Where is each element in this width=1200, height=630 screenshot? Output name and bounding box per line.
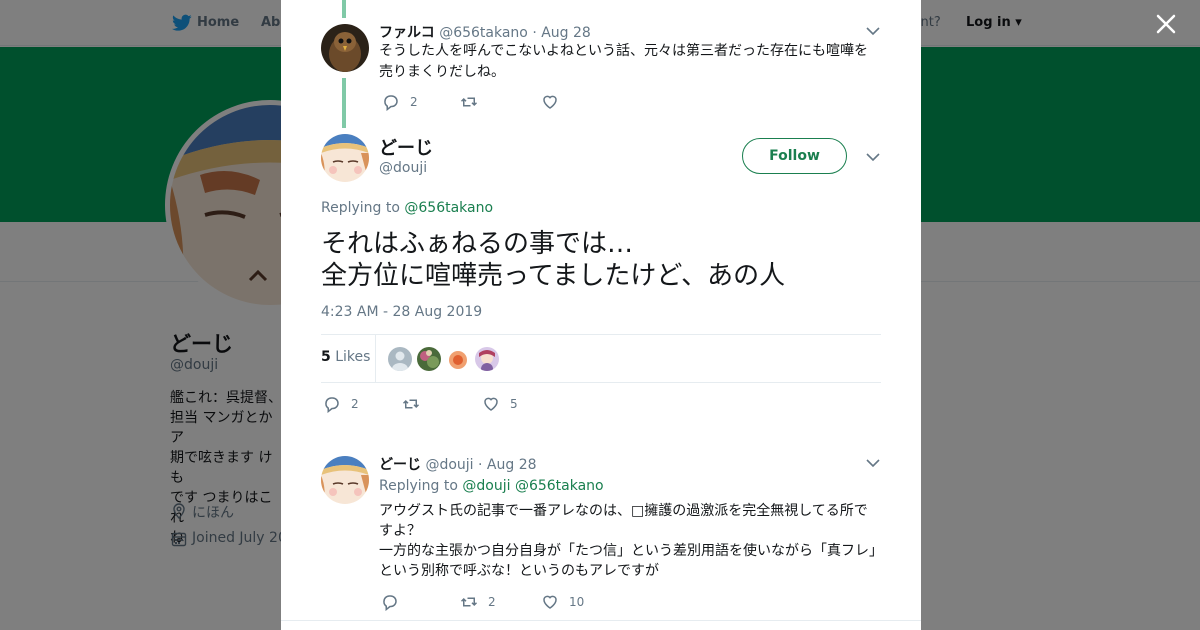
focus-reply-count: 2 xyxy=(351,397,359,411)
likes-label: Likes xyxy=(335,349,371,365)
reply-reply-button[interactable] xyxy=(381,593,399,611)
replying-to-link[interactable]: @656takano xyxy=(404,200,493,216)
divider xyxy=(375,335,376,382)
retweet-icon xyxy=(460,597,478,607)
focus-reply-button[interactable]: 2 xyxy=(323,395,359,413)
chevron-down-icon[interactable] xyxy=(866,458,880,468)
parent-author-handle[interactable]: @656takano xyxy=(439,25,528,41)
heart-icon xyxy=(543,95,557,109)
focus-replying-to: Replying to @656takano xyxy=(321,200,493,216)
focus-author-name[interactable]: どーじ xyxy=(379,134,433,160)
replying-to-link[interactable]: @656takano xyxy=(515,478,604,494)
focus-like-button[interactable]: 5 xyxy=(482,395,518,413)
likes-count: 5 xyxy=(321,349,331,365)
focus-tweet-timestamp[interactable]: 4:23 AM - 28 Aug 2019 xyxy=(321,304,482,320)
replying-to-label: Replying to xyxy=(321,200,400,216)
focus-retweet-button[interactable] xyxy=(402,395,420,413)
chevron-down-icon[interactable] xyxy=(866,152,880,162)
reply-retweet-count: 2 xyxy=(488,595,496,609)
focus-tweet-text: それはふぁねるの事では… 全方位に喧嘩売ってましたけど、あの人 xyxy=(321,229,786,291)
divider xyxy=(321,334,881,335)
focus-like-count: 5 xyxy=(510,397,518,411)
parent-tweet-text: そうした人を呼んでこないよねという話、元々は第三者だった存在にも喧嘩を売りまくり… xyxy=(379,43,869,80)
reply-icon xyxy=(383,595,397,611)
reply-tweet-avatar[interactable] xyxy=(321,456,369,504)
reply-tweet-text: アウグスト氏の記事で一番アレなのは、□擁護の過激派を完全無視してる所ですよ？ 一… xyxy=(379,503,876,579)
follow-button[interactable]: Follow xyxy=(742,138,847,174)
close-icon[interactable] xyxy=(1154,12,1178,36)
liker-avatar[interactable] xyxy=(475,347,499,371)
liker-avatar[interactable] xyxy=(446,347,470,371)
liker-avatar[interactable] xyxy=(417,347,441,371)
parent-author-name[interactable]: ファルコ xyxy=(379,25,435,41)
focus-author-handle[interactable]: @douji xyxy=(379,160,427,176)
parent-tweet-header: ファルコ @656takano · Aug 28 xyxy=(379,22,591,42)
parent-reply-button[interactable]: 2 xyxy=(382,93,418,111)
retweet-icon xyxy=(460,97,478,107)
parent-tweet-date[interactable]: · Aug 28 xyxy=(532,25,591,41)
chevron-down-icon[interactable] xyxy=(866,26,880,36)
liker-avatar[interactable] xyxy=(388,347,412,371)
reply-replying-to: Replying to @douji @656takano xyxy=(379,478,604,494)
replying-to-label: Replying to xyxy=(379,478,458,494)
heart-icon xyxy=(543,595,557,609)
retweet-icon xyxy=(402,399,420,409)
heart-icon xyxy=(484,397,498,411)
parent-retweet-button[interactable] xyxy=(460,93,478,111)
parent-like-button[interactable] xyxy=(541,93,559,111)
reply-like-button[interactable]: 10 xyxy=(541,593,584,611)
reply-author-name[interactable]: どーじ xyxy=(379,457,421,473)
thread-connector-top xyxy=(342,0,346,18)
focus-tweet-avatar[interactable] xyxy=(321,134,369,182)
divider xyxy=(281,620,921,621)
reply-icon xyxy=(325,397,339,413)
parent-reply-count: 2 xyxy=(410,95,418,109)
divider xyxy=(321,382,881,383)
likes-summary[interactable]: 5 Likes xyxy=(321,349,370,365)
reply-author-handle[interactable]: @douji xyxy=(425,457,473,473)
reply-tweet-header: どーじ @douji · Aug 28 xyxy=(379,454,537,474)
reply-tweet-date[interactable]: · Aug 28 xyxy=(478,457,537,473)
replying-to-link[interactable]: @douji xyxy=(462,478,510,494)
reply-icon xyxy=(384,95,398,111)
reply-retweet-button[interactable]: 2 xyxy=(460,593,496,611)
parent-tweet-avatar[interactable] xyxy=(321,24,369,72)
reply-like-count: 10 xyxy=(569,595,585,609)
thread-connector xyxy=(342,78,346,128)
